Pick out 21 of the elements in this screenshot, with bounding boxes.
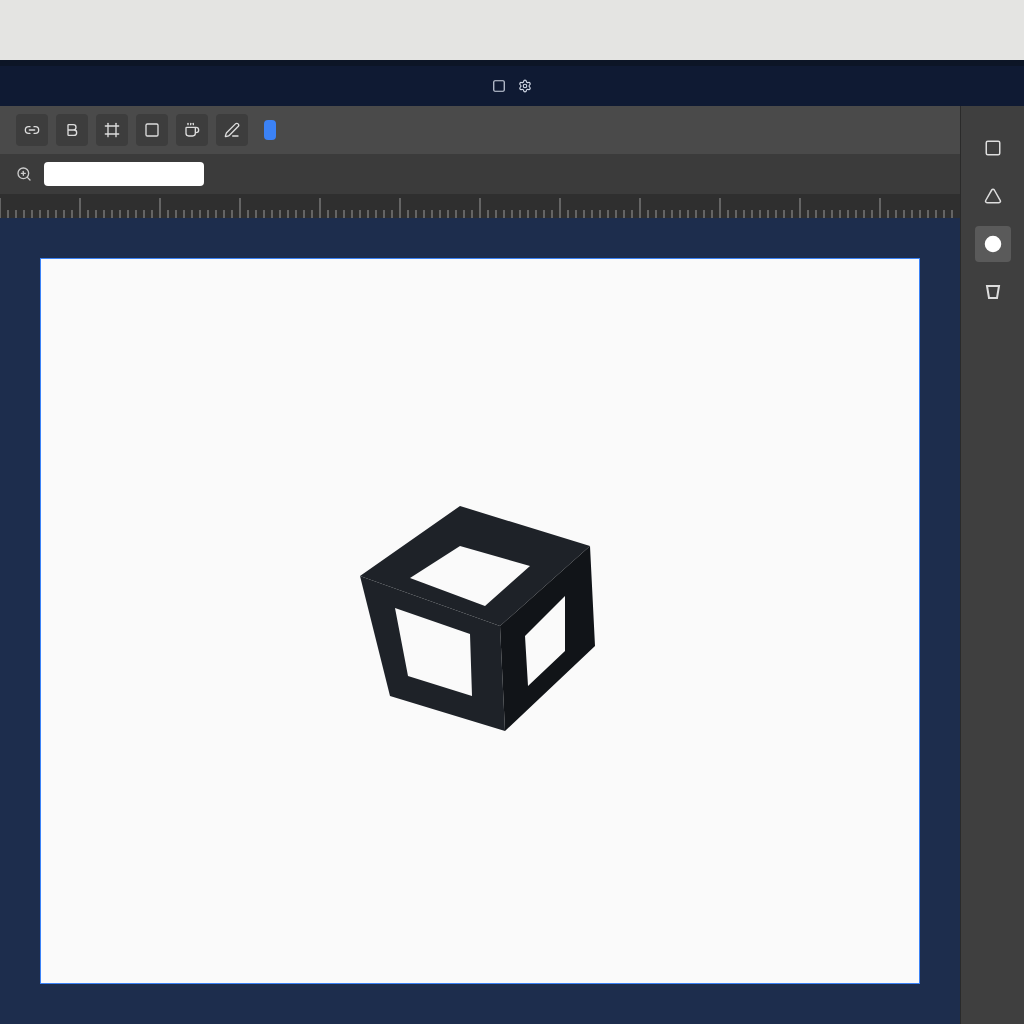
trapezoid-icon — [983, 283, 1002, 301]
color-swatch[interactable] — [264, 120, 276, 140]
toolbar-button[interactable] — [56, 114, 88, 146]
square-icon — [492, 79, 506, 93]
pen-icon — [224, 122, 240, 138]
toolbar-button[interactable] — [136, 114, 168, 146]
toolbar-button[interactable] — [216, 114, 248, 146]
cup-icon — [184, 122, 200, 138]
circle-icon — [983, 235, 1002, 253]
input-field[interactable] — [44, 162, 204, 186]
square-icon — [144, 122, 160, 138]
toolbar-button[interactable] — [16, 114, 48, 146]
tool-button[interactable] — [974, 226, 1011, 262]
triangle-icon — [983, 187, 1002, 205]
toolbar-button[interactable] — [96, 114, 128, 146]
bold-icon — [64, 122, 80, 138]
toolbar-button[interactable] — [176, 114, 208, 146]
square-icon — [983, 139, 1002, 157]
settings-icon — [518, 79, 532, 93]
frame-icon — [104, 122, 120, 138]
zoom-icon[interactable] — [16, 166, 32, 182]
